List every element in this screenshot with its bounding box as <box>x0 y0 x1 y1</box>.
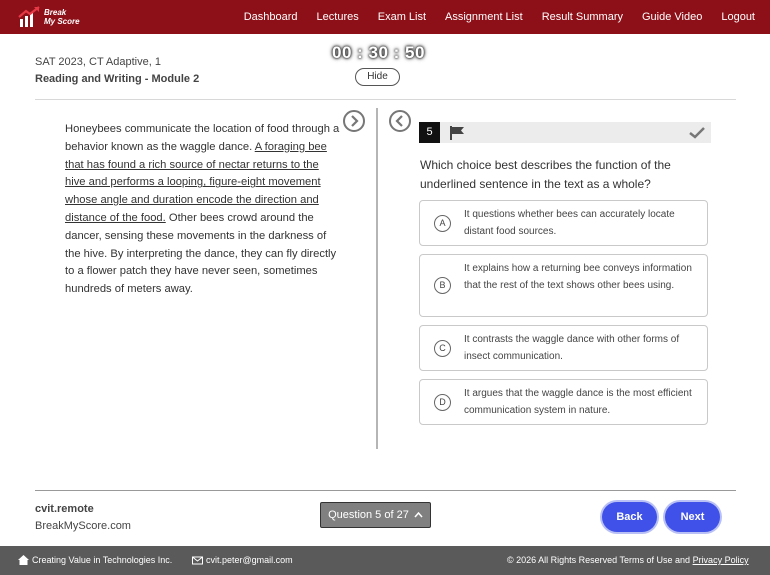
nav-guide-video[interactable]: Guide Video <box>642 11 702 23</box>
pane-divider[interactable] <box>376 108 378 449</box>
choice-text-b: It explains how a returning bee conveys … <box>464 263 692 291</box>
choice-letter-b: B <box>434 277 451 294</box>
reading-passage: Honeybees communicate the location of fo… <box>65 121 340 299</box>
copyright: © 2026 All Rights Reserved Terms of Use … <box>507 555 749 565</box>
choice-text-a: It questions whether bees can accurately… <box>464 209 675 237</box>
expand-passage-button[interactable] <box>343 110 365 132</box>
nav-exam-list[interactable]: Exam List <box>378 11 426 23</box>
chevron-up-icon <box>414 511 423 518</box>
answer-choice-b[interactable]: B It explains how a returning bee convey… <box>419 254 708 317</box>
question-text: Which choice best describes the function… <box>420 158 671 191</box>
contact-email[interactable]: cvit.peter@gmail.com <box>206 555 293 565</box>
chevron-right-icon <box>351 115 359 127</box>
flag-icon[interactable] <box>449 126 465 140</box>
top-nav-bar: Break My Score Dashboard Lectures Exam L… <box>0 0 770 34</box>
question-navigator-label: Question 5 of 27 <box>328 509 409 521</box>
site-name: BreakMyScore.com <box>35 520 131 532</box>
home-icon <box>18 555 29 565</box>
choice-letter-a: A <box>434 215 451 232</box>
footer-divider <box>35 490 736 491</box>
countdown-timer: 00 : 30 : 50 <box>332 43 425 62</box>
nav-lectures[interactable]: Lectures <box>317 11 359 23</box>
hide-timer-button[interactable]: Hide <box>355 68 400 86</box>
choice-letter-c: C <box>434 340 451 357</box>
email-info: cvit.peter@gmail.com <box>192 555 293 565</box>
choice-letter-d: D <box>434 394 451 411</box>
break-my-score-logo[interactable]: Break My Score <box>18 5 98 29</box>
logo-text: Break My Score <box>44 8 80 26</box>
logo-text-line1: Break <box>44 8 67 17</box>
module-name: Reading and Writing - Module 2 <box>35 73 200 85</box>
nav-assignment-list[interactable]: Assignment List <box>445 11 523 23</box>
logo-chart-icon <box>18 6 40 27</box>
next-button[interactable]: Next <box>665 502 720 532</box>
answer-choice-c[interactable]: C It contrasts the waggle dance with oth… <box>419 325 708 371</box>
exam-name: SAT 2023, CT Adaptive, 1 <box>35 56 161 68</box>
chevron-left-icon <box>395 115 403 127</box>
company-info: Creating Value in Technologies Inc. <box>18 555 172 565</box>
answer-choice-d[interactable]: D It argues that the waggle dance is the… <box>419 379 708 425</box>
copyright-text: © 2026 All Rights Reserved Terms of Use … <box>507 555 693 565</box>
question-number: 5 <box>419 122 440 143</box>
nav-logout[interactable]: Logout <box>721 11 755 23</box>
answer-choice-a[interactable]: A It questions whether bees can accurate… <box>419 200 708 246</box>
bottom-bar: Creating Value in Technologies Inc. cvit… <box>0 546 770 575</box>
nav-result-summary[interactable]: Result Summary <box>542 11 623 23</box>
question-navigator-button[interactable]: Question 5 of 27 <box>320 502 431 528</box>
back-button[interactable]: Back <box>602 502 657 532</box>
checkmark-icon[interactable] <box>689 126 705 139</box>
username: cvit.remote <box>35 503 94 515</box>
header-divider <box>35 99 736 100</box>
envelope-icon <box>192 556 203 565</box>
company-name: Creating Value in Technologies Inc. <box>32 555 173 565</box>
privacy-policy-link[interactable]: Privacy Policy <box>693 555 749 565</box>
question-header-bar: 5 <box>419 122 711 143</box>
main-nav: Dashboard Lectures Exam List Assignment … <box>244 0 770 34</box>
passage-text-after: Other bees crowd around the dancer, sens… <box>65 211 337 296</box>
logo-text-line2: My Score <box>44 17 80 26</box>
nav-dashboard[interactable]: Dashboard <box>244 11 298 23</box>
choice-text-c: It contrasts the waggle dance with other… <box>464 334 680 362</box>
choice-text-d: It argues that the waggle dance is the m… <box>464 388 692 416</box>
expand-question-button[interactable] <box>389 110 411 132</box>
